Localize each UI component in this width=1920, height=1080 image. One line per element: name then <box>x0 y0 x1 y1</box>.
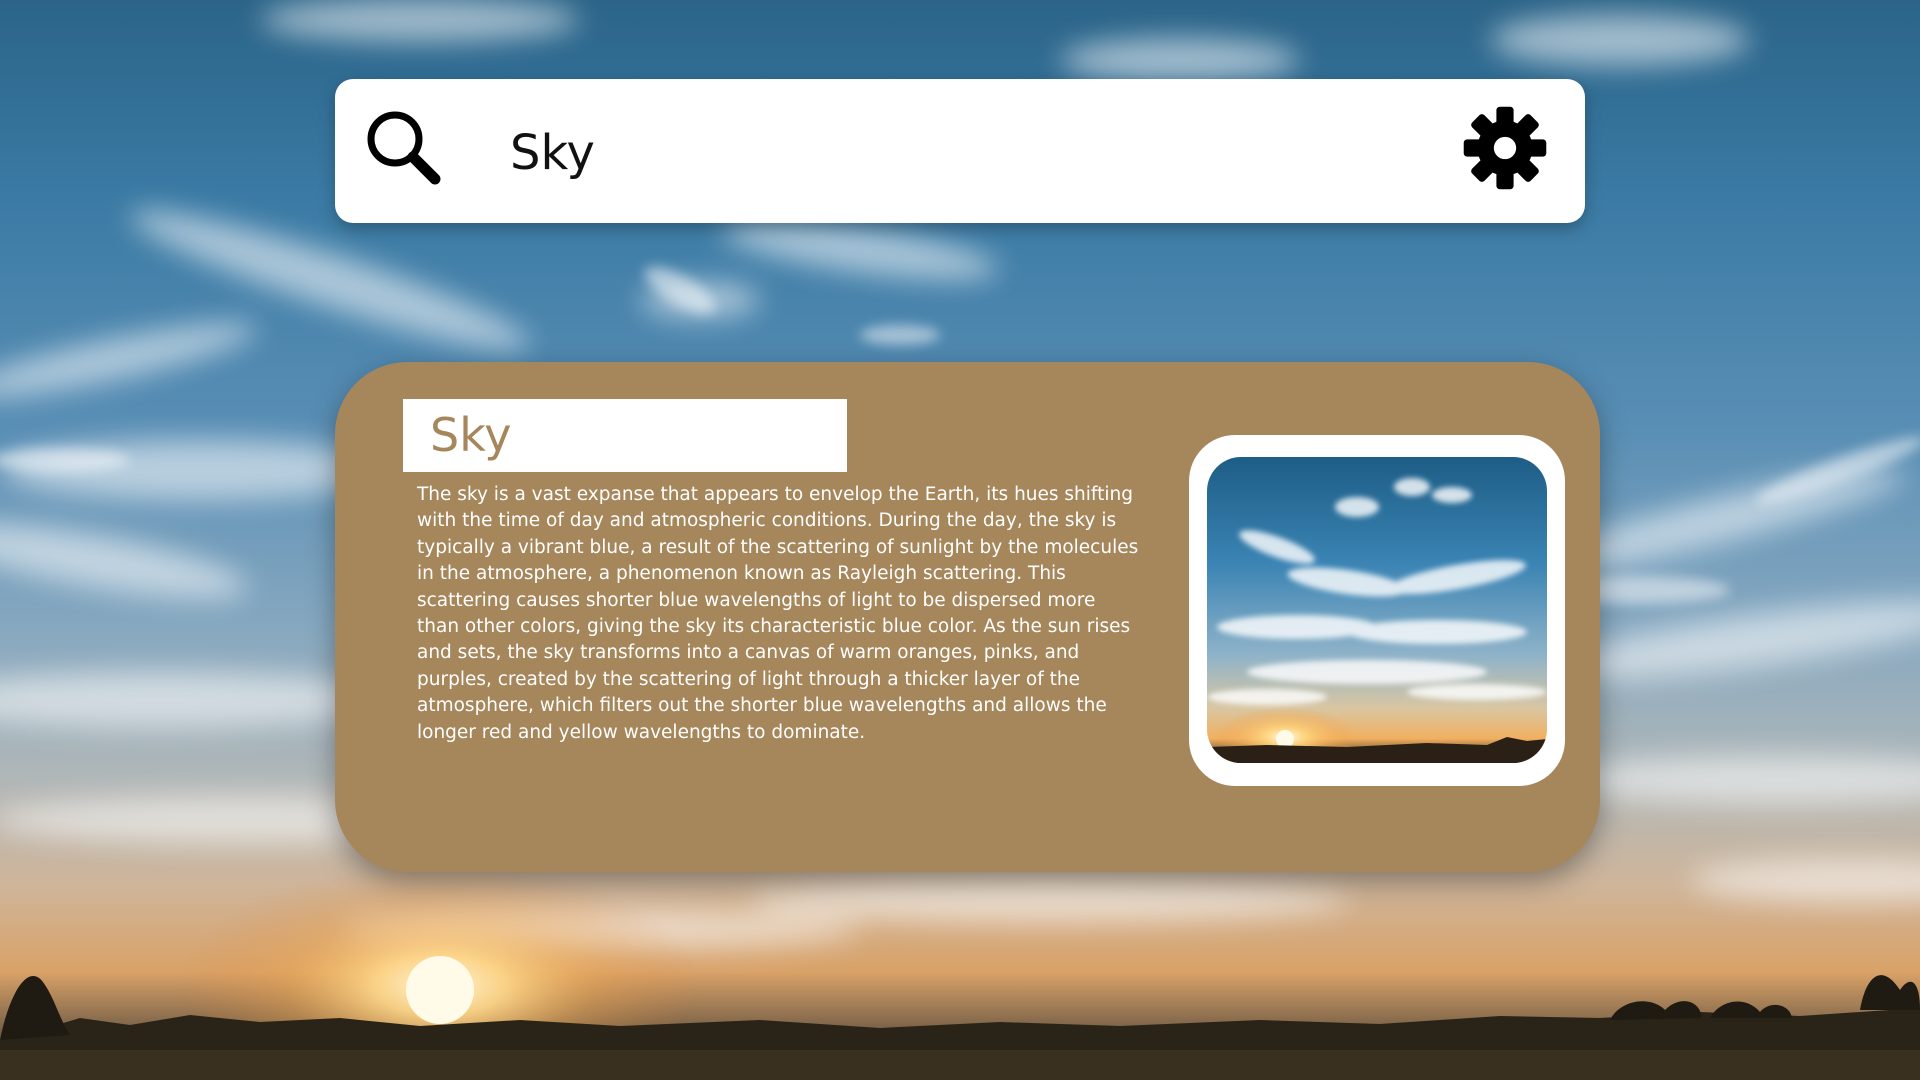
search-input[interactable] <box>510 118 1410 188</box>
result-title: Sky <box>430 408 512 462</box>
search-icon[interactable] <box>364 108 442 186</box>
gear-icon[interactable] <box>1462 105 1548 191</box>
result-image[interactable] <box>1207 457 1547 763</box>
result-description: The sky is a vast expanse that appears t… <box>417 484 1139 743</box>
